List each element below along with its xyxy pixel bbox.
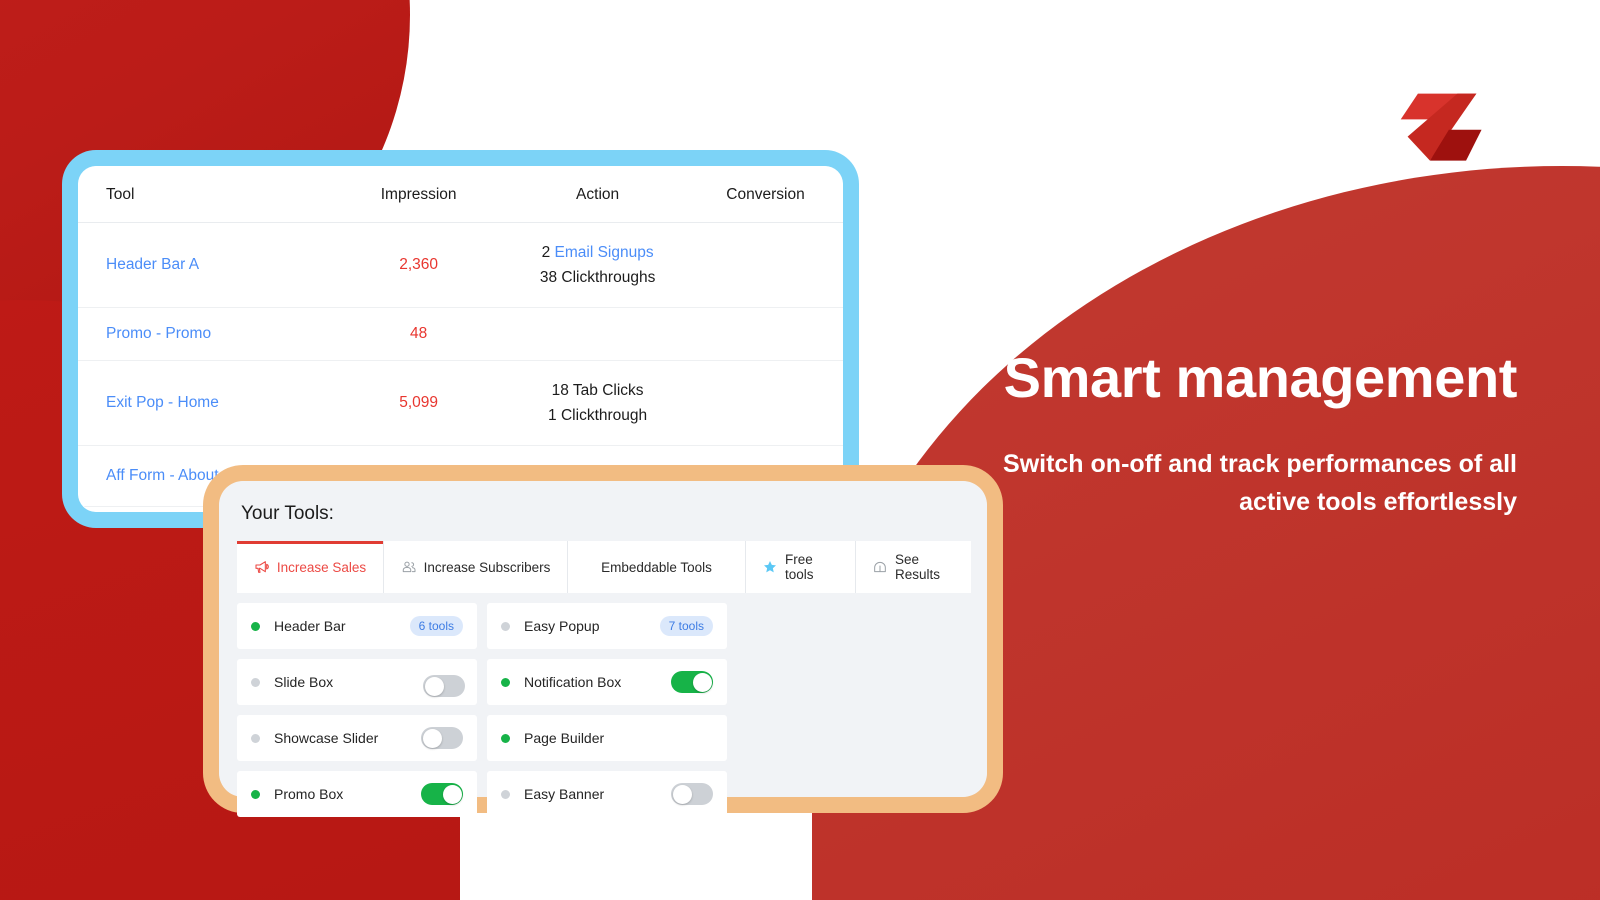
tool-name-label: Notification Box: [524, 674, 622, 690]
your-tools-panel: Your Tools: Increase Sales Increase Subsc…: [203, 465, 1003, 817]
tool-name-label: Showcase Slider: [274, 730, 379, 746]
table-cell-impression: 2,360: [330, 222, 508, 309]
tool-name-label: Header Bar: [274, 618, 346, 634]
tab-label: Increase Sales: [276, 559, 367, 575]
tool-name-label: Slide Box: [274, 674, 334, 690]
tool-card[interactable]: Page Builder: [487, 715, 727, 761]
analytics-table-inner: Tool Impression Action Conversion Header…: [78, 166, 843, 512]
table-row: Exit Pop - Home 5,099 18 Tab Clicks 1 Click…: [78, 360, 843, 447]
tab-embeddable-tools[interactable]: Embeddable Tools: [568, 541, 746, 593]
status-dot-on: [251, 789, 260, 799]
chart-arch-icon: [874, 561, 886, 573]
table-cell-tool-link[interactable]: Header Bar A: [78, 222, 331, 309]
toggle-knob: [692, 672, 712, 692]
table-cell-conversion: [688, 307, 843, 362]
tab-label: Increase Subscribers: [423, 559, 551, 575]
action-entry: 1 Clickthrough: [548, 407, 648, 425]
action-entry: 18 Tab Clicks: [551, 382, 644, 400]
tab-free-tools[interactable]: Free tools: [746, 541, 856, 593]
status-dot-on: [251, 621, 260, 631]
table-header-row: Tool Impression Action Conversion: [78, 166, 843, 223]
tab-increase-subscribers[interactable]: Increase Subscribers: [384, 541, 568, 593]
table-cell-action: [507, 307, 688, 362]
tool-toggle-switch[interactable]: [671, 783, 713, 805]
action-label: Clickthrough: [560, 407, 648, 425]
status-dot-off: [251, 733, 260, 743]
status-dot-off: [251, 677, 260, 687]
tools-tab-bar: Increase Sales Increase Subscribers Embedd…: [237, 541, 971, 593]
toggle-knob: [442, 784, 462, 804]
table-cell-impression: 48: [330, 307, 508, 362]
analytics-table: Tool Impression Action Conversion Header…: [78, 166, 843, 512]
tab-label: Embeddable Tools: [601, 559, 712, 575]
action-label: Tab Clicks: [572, 382, 644, 400]
tool-name-label: Easy Popup: [524, 618, 600, 634]
tool-toggle-switch[interactable]: [423, 675, 465, 697]
table-cell-action: 18 Tab Clicks 1 Clickthrough: [507, 360, 688, 447]
status-dot-off: [501, 789, 510, 799]
tool-card-trailing: [671, 671, 713, 693]
table-cell-conversion: [688, 222, 843, 309]
toggle-knob: [424, 676, 444, 696]
tool-toggle-switch[interactable]: [671, 671, 713, 693]
hero-headline: Smart management: [1003, 346, 1518, 409]
tool-card-trailing: 6 tools: [409, 616, 463, 636]
hero-subheadline: Switch on-off and track performances of …: [1003, 449, 1517, 516]
action-label: Clickthroughs: [561, 269, 656, 287]
tab-label: Free tools: [785, 552, 814, 582]
tab-label: See Results: [895, 552, 941, 582]
tool-card-trailing: 7 tools: [659, 616, 713, 636]
table-cell-tool-link[interactable]: Exit Pop - Home: [78, 360, 331, 447]
column-header-impression: Impression: [330, 166, 508, 223]
tool-card[interactable]: Header Bar 6 tools: [237, 603, 477, 649]
tool-card[interactable]: Promo Box: [237, 771, 477, 817]
megaphone-icon: [255, 561, 269, 573]
status-dot-on: [501, 677, 510, 687]
table-cell-impression: 5,099: [330, 360, 508, 447]
promo-graphic-stage: Smart management Switch on-off and track…: [0, 0, 1600, 900]
table-cell-action: 2 Email Signups 38 Clickthroughs: [507, 222, 688, 309]
toggle-knob: [672, 784, 692, 804]
table-row: Promo - Promo 48: [78, 307, 843, 362]
tool-toggle-switch[interactable]: [421, 783, 463, 805]
action-entry: 38 Clickthroughs: [539, 269, 656, 287]
tool-count-badge[interactable]: 6 tools: [409, 616, 463, 636]
tool-card[interactable]: Notification Box: [487, 659, 727, 705]
tool-card-trailing: [671, 783, 713, 805]
status-dot-off: [501, 621, 510, 631]
tab-increase-sales[interactable]: Increase Sales: [237, 541, 384, 593]
table-cell-conversion: [688, 360, 843, 447]
tool-card[interactable]: Easy Popup 7 tools: [487, 603, 727, 649]
table-cell-tool-link[interactable]: Promo - Promo: [78, 307, 331, 362]
tool-name-label: Promo Box: [274, 786, 344, 802]
toggle-knob: [422, 728, 442, 748]
status-dot-on: [501, 733, 510, 743]
tab-see-results[interactable]: See Results: [856, 541, 971, 593]
tool-count-badge[interactable]: 7 tools: [659, 616, 713, 636]
your-tools-title: Your Tools:: [241, 503, 334, 524]
table-row: Header Bar A 2,360 2 Email Signups 38 Click…: [78, 222, 843, 309]
column-header-conversion: Conversion: [688, 166, 843, 223]
your-tools-inner: Your Tools: Increase Sales Increase Subsc…: [219, 481, 987, 817]
tool-name-label: Page Builder: [524, 730, 605, 746]
tool-card[interactable]: Slide Box: [237, 659, 477, 705]
people-icon: [402, 561, 416, 573]
tool-card[interactable]: Easy Banner: [487, 771, 727, 817]
column-header-action: Action: [507, 166, 688, 223]
tool-card-trailing: [421, 783, 463, 805]
tool-card-trailing: [421, 727, 463, 749]
action-entry[interactable]: 2 Email Signups: [507, 240, 688, 265]
star-icon: [764, 561, 776, 573]
column-header-tool: Tool: [78, 166, 331, 223]
tools-grid: Header Bar 6 tools Easy Popup 7 tools Slide …: [237, 603, 969, 817]
tool-name-label: Easy Banner: [524, 786, 605, 802]
tool-toggle-switch[interactable]: [421, 727, 463, 749]
tool-card[interactable]: Showcase Slider: [237, 715, 477, 761]
hero-copy: Smart management Switch on-off and track…: [997, 340, 1517, 521]
z-ribbon-logo-icon: [1398, 85, 1486, 171]
action-label-link[interactable]: Email Signups: [555, 244, 654, 261]
